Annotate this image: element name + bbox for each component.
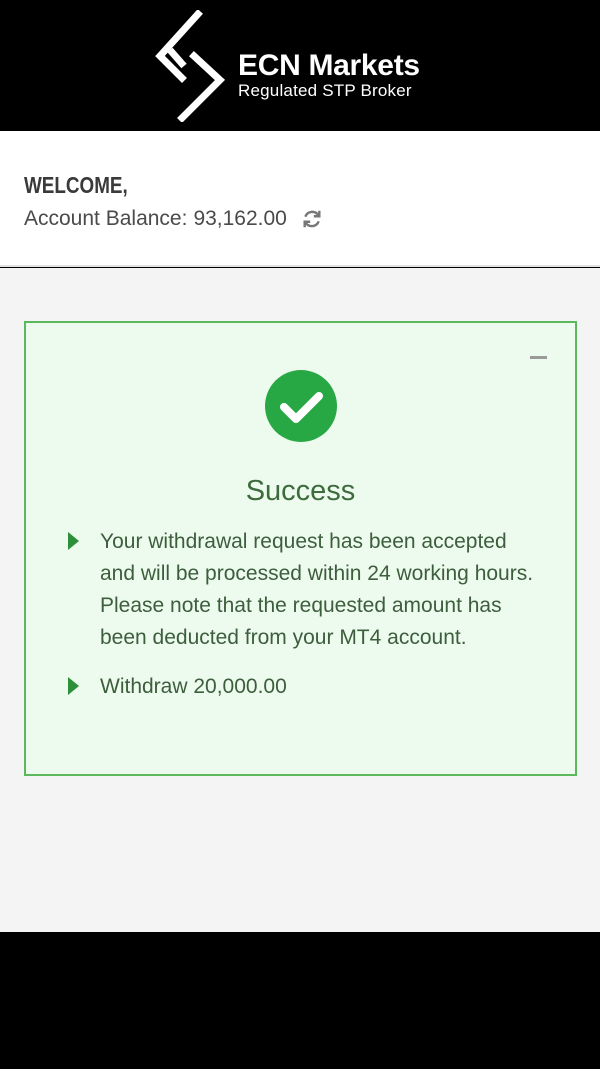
alert-title: Success (245, 475, 356, 507)
balance-label: Account Balance: (24, 207, 188, 230)
bottom-bar (0, 932, 600, 1069)
check-circle-icon (265, 370, 337, 442)
list-item: Withdraw 20,000.00 (66, 671, 546, 703)
alert-message-list: Your withdrawal request has been accepte… (66, 526, 546, 720)
bullet-arrow-icon (68, 677, 79, 695)
list-item: Your withdrawal request has been accepte… (66, 526, 546, 654)
success-alert-box: Success Your withdrawal request has been… (24, 321, 577, 776)
withdrawal-message: Your withdrawal request has been accepte… (100, 530, 534, 649)
brand-name: ECN Markets (238, 49, 420, 82)
welcome-heading: WELCOME, (24, 172, 128, 198)
bullet-arrow-icon (68, 532, 79, 550)
balance-value: 93,162.00 (193, 207, 287, 230)
brand-tagline: Regulated STP Broker (238, 81, 412, 100)
minus-icon[interactable] (530, 356, 547, 359)
account-summary (0, 131, 600, 267)
account-balance-row: Account Balance: 93,162.00 (24, 207, 323, 231)
chevron-s-logo-icon (155, 10, 226, 122)
app-header: ECN Markets Regulated STP Broker (0, 0, 600, 131)
withdraw-amount: Withdraw 20,000.00 (100, 675, 287, 698)
refresh-icon[interactable] (301, 208, 323, 230)
